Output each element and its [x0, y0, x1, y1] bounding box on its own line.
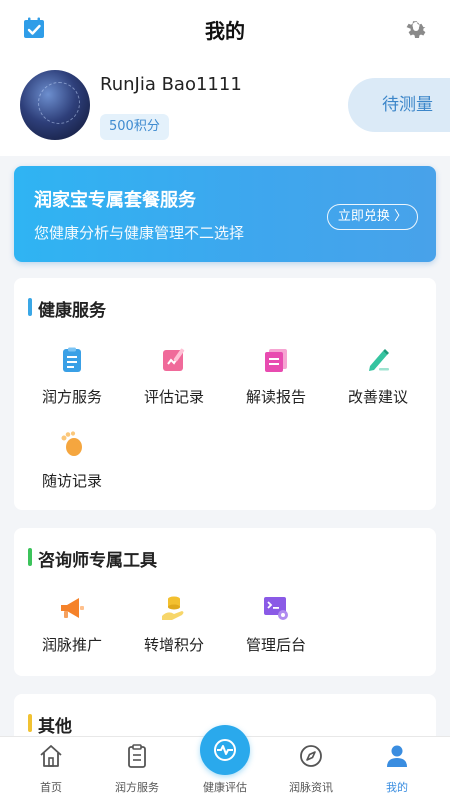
service-item-followup[interactable]: 随访记录 — [24, 430, 120, 500]
section-title: 其他 — [28, 712, 72, 737]
service-item-assessment[interactable]: 评估记录 — [126, 346, 222, 416]
nav-item-health-assessment[interactable]: 健康评估 — [180, 725, 270, 800]
pencil-icon — [369, 349, 389, 371]
center-button[interactable] — [200, 725, 250, 775]
nav-label: 首页 — [40, 781, 62, 794]
profile-page: 我的 RunJia Bao1111 500积分 待测量 润家宝专属套餐服务 您健… — [0, 0, 450, 800]
edit-note-icon — [163, 348, 185, 371]
service-label: 润方服务 — [41, 388, 102, 406]
section-title: 健康服务 — [28, 296, 106, 321]
admin-terminal-icon — [264, 597, 288, 620]
banner-subtitle: 您健康分析与健康管理不二选择 — [34, 224, 245, 242]
health-services-card: 健康服务 润方服务 评估记录 解读报告 改善建议 随访记录 — [14, 278, 436, 510]
footprint-icon — [61, 431, 82, 456]
pending-measure-button[interactable]: 待测量 — [348, 78, 450, 132]
nav-label: 润脉资讯 — [289, 781, 333, 794]
page-title: 我的 — [205, 18, 245, 43]
service-item-report[interactable]: 解读报告 — [228, 346, 324, 416]
tool-item-transfer-points[interactable]: 转增积分 — [126, 594, 222, 664]
gear-icon[interactable] — [404, 16, 428, 40]
nav-item-runfang[interactable]: 润方服务 — [92, 737, 182, 800]
tool-item-promotion[interactable]: 润脉推广 — [24, 594, 120, 664]
service-label: 解读报告 — [245, 388, 306, 406]
nav-item-news[interactable]: 润脉资讯 — [266, 737, 356, 800]
points-badge[interactable]: 500积分 — [100, 114, 169, 140]
top-bar: 我的 — [0, 0, 450, 58]
tool-item-admin[interactable]: 管理后台 — [228, 594, 324, 664]
tool-label: 润脉推广 — [41, 636, 102, 654]
service-label: 随访记录 — [41, 472, 102, 490]
nav-label: 我的 — [386, 781, 408, 794]
nav-label: 健康评估 — [203, 781, 247, 794]
section-title: 咨询师专属工具 — [28, 546, 157, 571]
profile-card: RunJia Bao1111 500积分 待测量 — [0, 58, 450, 156]
nav-label: 润方服务 — [115, 781, 159, 794]
redeem-button[interactable]: 立即兑换 〉 — [326, 204, 418, 230]
service-item-runfang[interactable]: 润方服务 — [24, 346, 120, 416]
home-icon — [40, 745, 62, 767]
service-label: 评估记录 — [143, 388, 204, 406]
tool-label: 转增积分 — [143, 636, 204, 654]
consultant-tools-card: 咨询师专属工具 润脉推广 转增积分 管理后台 — [14, 528, 436, 676]
nav-item-home[interactable]: 首页 — [6, 737, 96, 800]
avatar[interactable] — [20, 70, 90, 140]
heartbeat-icon — [214, 739, 236, 761]
report-icon — [265, 349, 287, 372]
tool-label: 管理后台 — [245, 636, 306, 654]
coins-hand-icon — [162, 596, 184, 620]
clipboard-list-icon — [63, 347, 81, 372]
nav-item-mine[interactable]: 我的 — [352, 737, 442, 800]
bottom-nav: 首页 润方服务 健康评估 润脉资讯 我的 — [0, 725, 450, 800]
compass-icon — [300, 745, 322, 767]
megaphone-icon — [61, 598, 84, 618]
banner-title: 润家宝专属套餐服务 — [34, 190, 196, 211]
clipboard-icon — [128, 744, 146, 768]
username: RunJia Bao1111 — [100, 74, 242, 95]
calendar-check-icon[interactable] — [22, 16, 46, 40]
package-banner[interactable]: 润家宝专属套餐服务 您健康分析与健康管理不二选择 立即兑换 〉 — [14, 166, 436, 262]
service-item-suggestion[interactable]: 改善建议 — [330, 346, 426, 416]
service-label: 改善建议 — [347, 388, 408, 406]
user-icon — [387, 745, 407, 767]
